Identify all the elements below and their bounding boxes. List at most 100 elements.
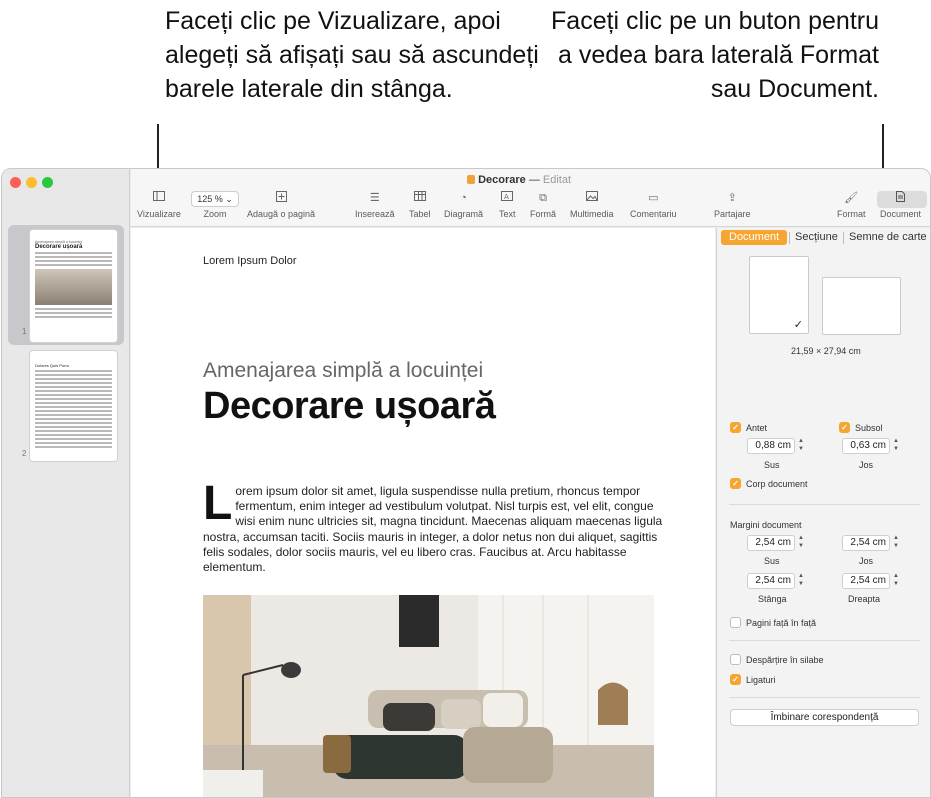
shape-button[interactable]: ⧉ Formă	[530, 191, 556, 219]
stepper-arrows-icon[interactable]: ▲ ▼	[797, 534, 805, 550]
stepper-arrows-icon[interactable]: ▲ ▼	[892, 572, 900, 588]
pages-window: 1 Amenajarea simplă a locuinței Decorare…	[1, 168, 931, 798]
thumb-heading-2: Dolores Quis Porro	[35, 363, 70, 368]
footer-margin-value[interactable]: 0,63 cm	[842, 438, 890, 454]
sidebar-icon	[137, 191, 181, 205]
body-label: Corp document	[746, 479, 808, 489]
tab-section[interactable]: Secțiune	[795, 230, 838, 245]
tab-divider	[789, 232, 790, 244]
zoom-value: 125 %	[197, 194, 223, 204]
toolbar: Decorare — Editat Vizualizare 125 % ⌄ Zo…	[131, 169, 930, 227]
zoom-select[interactable]: 125 % ⌄	[191, 191, 239, 207]
page-header[interactable]: Lorem Ipsum Dolor	[203, 255, 297, 267]
margin-bottom-label: Jos	[859, 556, 874, 566]
margin-top-label: Sus	[764, 556, 780, 566]
living-room-photo[interactable]	[203, 595, 654, 797]
page-thumbnail-1-selected[interactable]: 1 Amenajarea simplă a locuinței Decorare…	[8, 225, 124, 345]
hyphenation-label: Despărțire în silabe	[746, 655, 824, 665]
margin-top-stepper[interactable]: 2,54 cm ▲ ▼	[747, 535, 805, 551]
margin-top-value[interactable]: 2,54 cm	[747, 535, 795, 551]
facing-pages-checkbox[interactable]	[730, 617, 741, 628]
margin-bottom-value[interactable]: 2,54 cm	[842, 535, 890, 551]
paintbrush-icon: 🖌	[844, 192, 859, 204]
table-icon	[409, 191, 431, 205]
inspector-tabs: Document Secțiune Semne de carte	[717, 228, 930, 248]
chart-icon: ◔	[460, 192, 467, 204]
close-window-button[interactable]	[10, 177, 21, 188]
stepper-arrows-icon[interactable]: ▲ ▼	[797, 572, 805, 588]
document-label: Document	[880, 209, 922, 219]
add-page-label: Adaugă o pagină	[247, 209, 316, 219]
body-paragraph[interactable]: Lorem ipsum dolor sit amet, ligula suspe…	[203, 480, 671, 575]
hyphenation-checkbox[interactable]	[730, 654, 741, 665]
page-thumbnail-2[interactable]: Dolores Quis Porro	[30, 351, 117, 461]
document-canvas[interactable]: Lorem Ipsum Dolor Amenajarea simplă a lo…	[131, 228, 715, 797]
header-checkbox[interactable]: ✓	[730, 422, 741, 433]
media-label: Multimedia	[570, 209, 614, 219]
body-checkbox[interactable]: ✓	[730, 478, 741, 489]
media-button[interactable]: Multimedia	[570, 191, 614, 219]
section-divider	[729, 697, 920, 698]
chart-button[interactable]: ◔ Diagramă	[444, 191, 483, 219]
page-thumbnail-2-wrap[interactable]: 2 Dolores Quis Porro	[8, 349, 124, 465]
footer-margin-stepper[interactable]: 0,63 cm ▲ ▼	[842, 438, 900, 454]
margin-left-stepper[interactable]: 2,54 cm ▲ ▼	[747, 573, 805, 589]
plus-square-icon	[247, 191, 315, 205]
shape-label: Formă	[530, 209, 557, 219]
footer-checkbox[interactable]: ✓	[839, 422, 850, 433]
share-button[interactable]: ⇪ Partajare	[714, 191, 751, 219]
text-button[interactable]: A Text	[499, 191, 516, 219]
checkmark-icon: ✓	[793, 319, 803, 331]
page-thumbnails-sidebar: 1 Amenajarea simplă a locuinței Decorare…	[2, 169, 130, 797]
insert-button[interactable]: ☰ Inserează	[355, 191, 395, 219]
textbox-icon: A	[499, 191, 516, 205]
chevron-updown-icon: ⌄	[225, 194, 233, 204]
stepper-arrows-icon[interactable]: ▲ ▼	[892, 534, 900, 550]
header-label: Antet	[746, 423, 768, 433]
window-title: Decorare — Editat	[467, 174, 571, 186]
comment-label: Comentariu	[630, 209, 677, 219]
svg-text:A: A	[504, 193, 509, 201]
add-page-button[interactable]: Adaugă o pagină	[247, 191, 315, 219]
table-button[interactable]: Tabel	[409, 191, 431, 219]
tab-bookmarks[interactable]: Semne de carte	[849, 230, 927, 245]
margins-title: Margini document	[730, 520, 802, 530]
header-margin-stepper[interactable]: 0,88 cm ▲ ▼	[747, 438, 805, 454]
page-thumbnail-1[interactable]: Amenajarea simplă a locuinței Decorare u…	[30, 230, 117, 342]
text-label: Text	[499, 209, 516, 219]
title-separator: —	[528, 174, 540, 186]
thumb-heading: Decorare ușoară	[35, 244, 83, 250]
insert-list-icon: ☰	[369, 192, 380, 204]
page-number-2: 2	[22, 449, 27, 458]
stepper-arrows-icon[interactable]: ▲ ▼	[892, 437, 900, 453]
thumb-photo	[35, 269, 112, 305]
doc-headline[interactable]: Decorare ușoară	[203, 385, 496, 428]
margin-bottom-stepper[interactable]: 2,54 cm ▲ ▼	[842, 535, 900, 551]
ligatures-checkbox[interactable]: ✓	[730, 674, 741, 685]
tab-document[interactable]: Document	[721, 230, 788, 245]
shape-icon: ⧉	[539, 192, 547, 204]
callout-view-sidebar: Faceți clic pe Vizualizare, apoi alegeți…	[165, 7, 539, 103]
document-button[interactable]: Document	[880, 191, 921, 219]
comment-icon: ▭	[648, 192, 659, 204]
minimize-window-button[interactable]	[26, 177, 37, 188]
comment-button[interactable]: ▭ Comentariu	[630, 191, 677, 219]
margin-left-value[interactable]: 2,54 cm	[747, 573, 795, 589]
stepper-arrows-icon[interactable]: ▲ ▼	[797, 437, 805, 453]
insert-label: Inserează	[355, 209, 395, 219]
header-margin-value[interactable]: 0,88 cm	[747, 438, 795, 454]
zoom-window-button[interactable]	[42, 177, 53, 188]
format-button[interactable]: 🖌 Format	[837, 191, 866, 219]
footer-sub-label: Jos	[859, 460, 874, 470]
doc-subtitle[interactable]: Amenajarea simplă a locuinței	[203, 359, 483, 383]
header-sub-label: Sus	[764, 460, 780, 470]
section-divider	[729, 504, 920, 505]
view-button[interactable]: Vizualizare	[137, 191, 181, 219]
margin-right-value[interactable]: 2,54 cm	[842, 573, 890, 589]
mail-merge-button[interactable]: Îmbinare corespondență	[730, 709, 919, 726]
chart-label: Diagramă	[444, 209, 484, 219]
portrait-orientation-option[interactable]: ✓	[749, 256, 809, 334]
zoom-control[interactable]: 125 % ⌄ Zoom	[191, 191, 239, 219]
landscape-orientation-option[interactable]	[822, 277, 901, 335]
margin-right-stepper[interactable]: 2,54 cm ▲ ▼	[842, 573, 900, 589]
